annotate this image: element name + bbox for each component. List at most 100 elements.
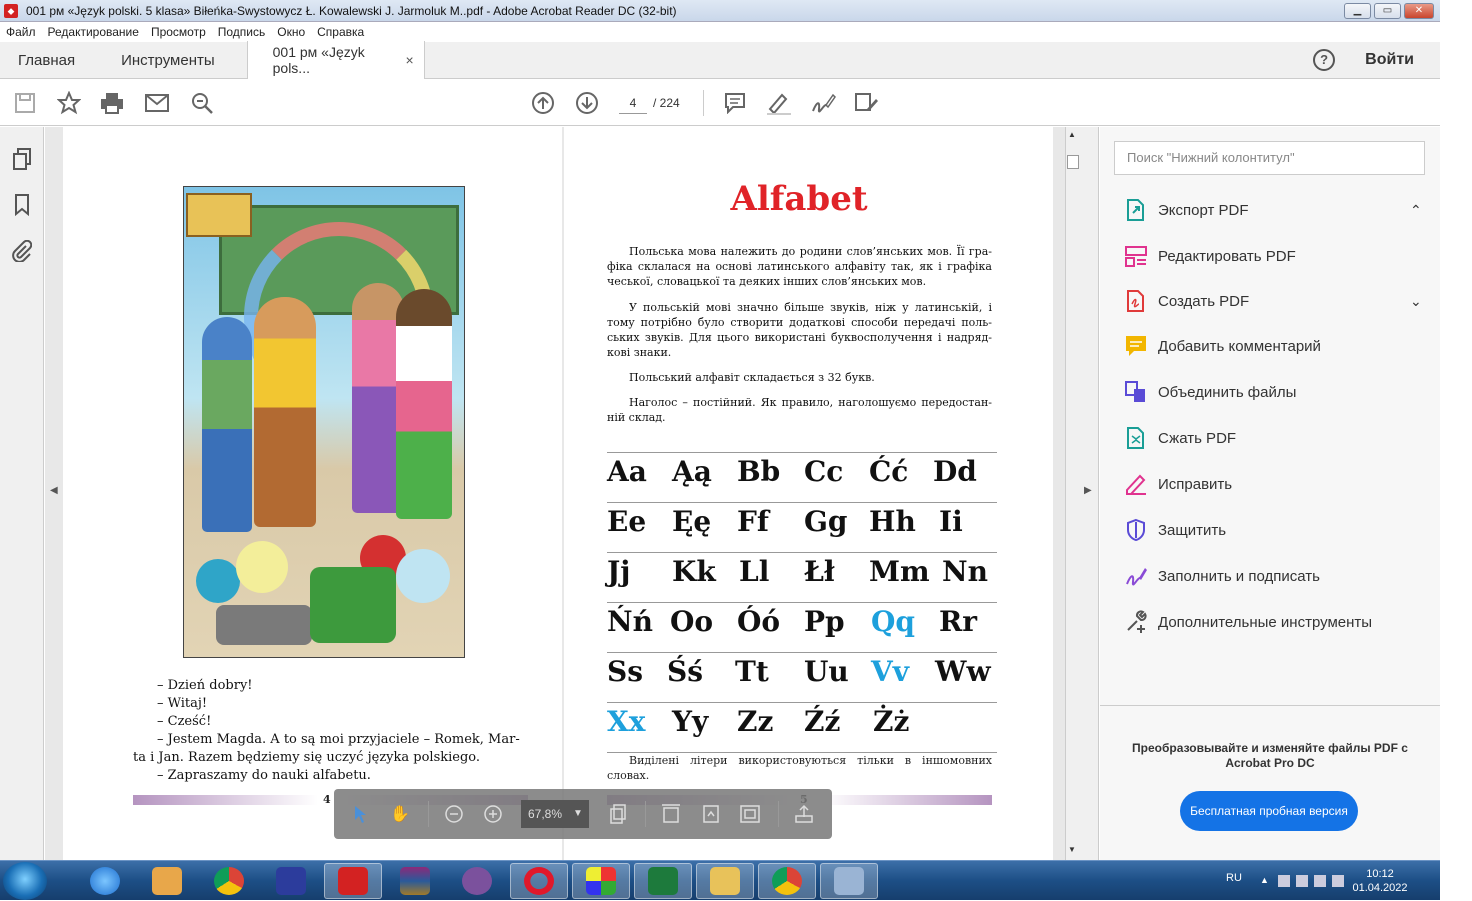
tool-combine-files[interactable]: Объединить файлы (1124, 377, 1296, 407)
scroll-thumb[interactable] (1067, 155, 1079, 169)
login-button[interactable]: Войти (1365, 51, 1414, 69)
opera-icon[interactable] (510, 863, 568, 899)
page-view-icon[interactable] (607, 803, 629, 825)
panel-splitter[interactable]: ▶ (1079, 127, 1099, 860)
pages-thumbnail-icon[interactable] (10, 147, 34, 171)
tab-home[interactable]: Главная (0, 42, 93, 79)
language-indicator[interactable]: RU (1226, 872, 1242, 884)
tool-more-tools[interactable]: Дополнительные инструменты (1124, 607, 1372, 637)
letter: Oo (670, 605, 714, 638)
arrow-up-icon[interactable] (530, 90, 556, 116)
menu-sign[interactable]: Подпись (218, 25, 266, 39)
letter: Jj (607, 555, 631, 588)
tool-protect[interactable]: Защитить (1124, 515, 1226, 545)
save-disk-icon[interactable] (262, 863, 320, 899)
edit-icon[interactable] (854, 90, 880, 116)
maximize-button[interactable]: ▭ (1374, 2, 1401, 19)
scroll-down-icon[interactable]: ▼ (1068, 845, 1076, 854)
page-title: Alfabet (730, 179, 868, 219)
calculator-icon[interactable] (820, 863, 878, 899)
menu-window[interactable]: Окно (277, 25, 305, 39)
rotate-icon[interactable] (700, 803, 722, 825)
winrar-icon[interactable] (386, 863, 444, 899)
start-button[interactable] (3, 862, 47, 900)
excel-icon[interactable] (634, 863, 692, 899)
toolbar-divider (428, 801, 429, 827)
volume-icon[interactable] (1332, 875, 1344, 887)
export-pdf-icon (1124, 198, 1148, 222)
collapse-left-icon[interactable]: ◀ (50, 485, 58, 496)
paint-icon[interactable] (572, 863, 630, 899)
menu-view[interactable]: Просмотр (151, 25, 206, 39)
vertical-scrollbar[interactable]: ▲ ▼ (1065, 127, 1079, 860)
tab-document[interactable]: 001 рм «Język pols... × (246, 41, 425, 79)
acrobat-icon[interactable] (324, 863, 382, 899)
tab-tools[interactable]: Инструменты (93, 42, 233, 79)
media-icon[interactable] (138, 863, 196, 899)
tool-label: Редактировать PDF (1158, 247, 1296, 265)
tool-create-pdf[interactable]: Создать PDF ⌄ (1124, 286, 1422, 316)
zoom-out-icon[interactable] (443, 803, 465, 825)
zoom-in-icon[interactable] (482, 803, 504, 825)
letter: Mm (869, 555, 930, 588)
close-tab-icon[interactable]: × (405, 52, 413, 68)
scroll-up-icon[interactable]: ▲ (1068, 130, 1076, 139)
network-icon[interactable] (1296, 875, 1308, 887)
clock-time: 10:12 (1366, 868, 1394, 880)
tool-edit-pdf[interactable]: Редактировать PDF (1124, 241, 1296, 271)
chrome-icon[interactable] (200, 863, 258, 899)
arrow-down-icon[interactable] (574, 90, 600, 116)
chevron-down-icon[interactable]: ⌄ (1410, 293, 1422, 310)
close-button[interactable]: ✕ (1404, 2, 1434, 19)
sign-icon[interactable] (810, 90, 836, 116)
document-viewport[interactable]: ◀ – Dzień dobry! – Witaj! – Cześć! – Jes… (45, 127, 1065, 860)
acrobat-icon: ⬥ (4, 3, 18, 18)
minimize-button[interactable]: ▁ (1344, 2, 1371, 19)
tool-fix[interactable]: Исправить (1124, 469, 1232, 499)
clock[interactable]: 10:12 01.04.2022 (1350, 867, 1410, 895)
search-input[interactable]: Поиск "Нижний колонтитул" (1114, 141, 1425, 175)
free-trial-button[interactable]: Бесплатная пробная версия (1180, 791, 1358, 831)
menu-edit[interactable]: Редактирование (48, 25, 139, 39)
menu-bar: Файл Редактирование Просмотр Подпись Окн… (0, 22, 1440, 42)
mail-icon[interactable] (144, 90, 170, 116)
page-number-input[interactable]: 4 (619, 92, 647, 114)
search-zoom-icon[interactable] (189, 90, 215, 116)
battery-icon[interactable] (1314, 875, 1326, 887)
select-cursor-icon[interactable] (350, 803, 372, 825)
share-icon[interactable] (793, 803, 815, 825)
tool-compress-pdf[interactable]: Сжать PDF (1124, 423, 1236, 453)
viber-icon[interactable] (448, 863, 506, 899)
chevron-up-icon[interactable]: ⌃ (1410, 202, 1422, 219)
fullscreen-icon[interactable] (739, 803, 761, 825)
bookmark-icon[interactable] (10, 193, 34, 217)
highlight-icon[interactable] (766, 90, 792, 116)
tool-add-comment[interactable]: Добавить комментарий (1124, 331, 1321, 361)
print-icon[interactable] (99, 90, 125, 116)
hand-icon[interactable]: ✋ (389, 803, 411, 825)
tool-fill-sign[interactable]: Заполнить и подписать (1124, 561, 1320, 591)
letter: Zz (737, 705, 774, 738)
child-jan (254, 297, 316, 527)
save-icon[interactable] (12, 90, 38, 116)
chevron-down-icon[interactable]: ▼ (573, 800, 583, 828)
attachment-icon[interactable] (10, 239, 34, 263)
flag-icon[interactable] (1278, 875, 1290, 887)
letter: Ll (739, 555, 770, 588)
navigation-pane (0, 127, 44, 860)
comment-icon[interactable] (722, 90, 748, 116)
tool-label: Исправить (1158, 475, 1233, 493)
tray-expand-icon[interactable]: ▲ (1260, 875, 1272, 887)
fit-width-icon[interactable] (660, 803, 682, 825)
help-icon[interactable]: ? (1313, 49, 1336, 71)
menu-file[interactable]: Файл (6, 25, 36, 39)
ie-icon[interactable] (76, 863, 134, 899)
classroom-illustration (183, 186, 465, 658)
letter: Ńń (607, 605, 653, 638)
menu-help[interactable]: Справка (317, 25, 364, 39)
expand-right-icon[interactable]: ▶ (1084, 485, 1092, 496)
tool-export-pdf[interactable]: Экспорт PDF ⌃ (1124, 195, 1422, 225)
chrome-icon[interactable] (758, 863, 816, 899)
star-icon[interactable] (56, 90, 82, 116)
explorer-icon[interactable] (696, 863, 754, 899)
